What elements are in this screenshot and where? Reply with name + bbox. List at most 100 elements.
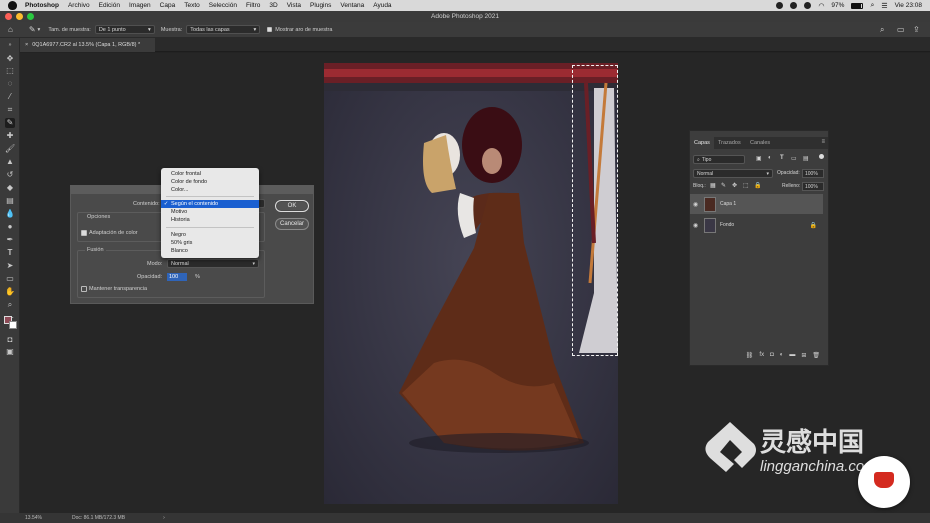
tab-paths[interactable]: Trazados: [714, 137, 745, 149]
menu-app[interactable]: Photoshop: [25, 2, 59, 9]
menu-edicion[interactable]: Edición: [99, 2, 120, 9]
workspace-icon[interactable]: ▭: [897, 25, 905, 34]
status-chevron-icon[interactable]: ›: [163, 515, 165, 521]
new-layer-icon[interactable]: ⊞: [801, 352, 806, 361]
menu-item-history[interactable]: Historia: [161, 216, 259, 224]
fill-input[interactable]: 100%: [802, 182, 824, 191]
background-color-swatch[interactable]: [9, 321, 17, 329]
stamp-tool-icon[interactable]: ▲: [5, 157, 15, 167]
eraser-tool-icon[interactable]: ◆: [5, 183, 15, 193]
menu-item-50-gray[interactable]: 50% gris: [161, 239, 259, 247]
menu-item-black[interactable]: Negro: [161, 231, 259, 239]
path-selection-tool-icon[interactable]: ➤: [5, 261, 15, 271]
lock-all-icon[interactable]: 🔒: [754, 182, 761, 189]
gradient-tool-icon[interactable]: ▤: [5, 196, 15, 206]
move-tool-icon[interactable]: ✥: [5, 54, 15, 64]
trash-icon[interactable]: 🗑: [812, 352, 820, 361]
menu-item-color[interactable]: Color...: [161, 186, 259, 194]
collapse-icon[interactable]: »: [5, 40, 15, 50]
sample-select[interactable]: Todas las capas ▾: [186, 25, 261, 34]
tab-layers[interactable]: Capas: [690, 137, 714, 149]
menu-imagen[interactable]: Imagen: [129, 2, 151, 9]
wifi-icon[interactable]: ◠: [818, 2, 824, 10]
eyedropper-tool-icon[interactable]: ✎: [5, 118, 15, 128]
share-icon[interactable]: ⇪: [913, 25, 920, 34]
status-icon[interactable]: [790, 2, 798, 9]
link-layers-icon[interactable]: ⛓: [746, 352, 754, 361]
add-mask-icon[interactable]: ◘: [770, 352, 774, 361]
menu-archivo[interactable]: Archivo: [68, 2, 90, 9]
apple-icon[interactable]: [8, 1, 17, 10]
filter-shape-icon[interactable]: ▭: [791, 155, 797, 162]
filter-smart-icon[interactable]: ▤: [803, 155, 809, 162]
menu-texto[interactable]: Texto: [184, 2, 200, 9]
filter-adjustment-icon[interactable]: ◐: [768, 155, 772, 161]
layer-filter-select[interactable]: ⌕ Tipo: [693, 155, 745, 164]
home-icon[interactable]: ⌂: [8, 25, 13, 34]
zoom-tool-icon[interactable]: ⌕: [5, 300, 15, 310]
menu-capa[interactable]: Capa: [160, 2, 176, 9]
cancel-button[interactable]: Cancelar: [275, 218, 309, 230]
opacity-input[interactable]: 100: [167, 273, 187, 281]
magic-wand-tool-icon[interactable]: ⁄: [5, 92, 15, 102]
blend-mode-select[interactable]: Normal ▾: [693, 169, 773, 178]
filter-pixel-icon[interactable]: ▣: [756, 155, 762, 162]
filter-toggle-icon[interactable]: [819, 154, 824, 159]
floating-chat-button[interactable]: [858, 456, 910, 508]
eye-icon[interactable]: ◉: [690, 201, 701, 208]
lock-position-icon[interactable]: ✎: [721, 182, 726, 189]
layer-row-capa-1[interactable]: ◉ Capa 1: [690, 194, 823, 214]
menu-vista[interactable]: Vista: [287, 2, 301, 9]
eyedropper-tool-icon[interactable]: ✎: [29, 25, 36, 34]
menu-ayuda[interactable]: Ayuda: [373, 2, 391, 9]
document-size[interactable]: Doc: 86.1 MB/172.3 MB: [72, 515, 125, 521]
mode-select[interactable]: Normal ▾: [167, 259, 259, 268]
eye-icon[interactable]: ◉: [690, 222, 701, 229]
search-icon[interactable]: ⌕: [870, 2, 874, 10]
healing-brush-tool-icon[interactable]: ✚: [5, 131, 15, 141]
menu-extra-icon[interactable]: [804, 2, 812, 9]
marquee-tool-icon[interactable]: ⬚: [5, 66, 15, 76]
ok-button[interactable]: OK: [275, 200, 309, 212]
quick-mask-icon[interactable]: ◘: [5, 335, 15, 345]
record-icon[interactable]: [776, 2, 784, 9]
fx-icon[interactable]: fx: [759, 352, 764, 361]
control-center-icon[interactable]: ☰: [881, 2, 887, 10]
layer-row-fondo[interactable]: ◉ Fondo 🔒: [690, 215, 823, 235]
menu-item-content-aware[interactable]: ✓ Según el contenido: [161, 200, 259, 208]
menu-ventana[interactable]: Ventana: [340, 2, 364, 9]
blur-tool-icon[interactable]: 💧: [5, 209, 15, 219]
lock-artboard-icon[interactable]: ⬚: [743, 182, 749, 189]
brush-tool-icon[interactable]: 🖌: [5, 144, 15, 154]
filter-type-icon[interactable]: T: [780, 155, 784, 161]
panel-menu-icon[interactable]: ≡: [821, 139, 825, 145]
lock-pixels-icon[interactable]: ▦: [710, 182, 716, 189]
menu-item-foreground-color[interactable]: Color frontal: [161, 170, 259, 178]
preserve-transparency-checkbox[interactable]: [81, 286, 87, 292]
hand-tool-icon[interactable]: ✋: [5, 287, 15, 297]
menu-3d[interactable]: 3D: [269, 2, 277, 9]
color-adaptation-checkbox[interactable]: [81, 230, 87, 236]
crop-tool-icon[interactable]: ⌗: [5, 105, 15, 115]
history-brush-tool-icon[interactable]: ↺: [5, 170, 15, 180]
menu-item-pattern[interactable]: Motivo: [161, 208, 259, 216]
tool-preset-chevron-icon[interactable]: ▾: [38, 27, 41, 33]
menu-item-background-color[interactable]: Color de fondo: [161, 178, 259, 186]
document-tab[interactable]: × 0Q1A6977.CR2 al 13.5% (Capa 1, RGB/8) …: [20, 38, 155, 52]
menu-item-white[interactable]: Blanco: [161, 247, 259, 255]
menu-plugins[interactable]: Plugins: [310, 2, 331, 9]
lock-move-icon[interactable]: ✥: [732, 182, 737, 189]
dodge-tool-icon[interactable]: ●: [5, 222, 15, 232]
menu-seleccion[interactable]: Selección: [209, 2, 237, 9]
type-tool-icon[interactable]: T: [5, 248, 15, 258]
tab-channels[interactable]: Canales: [746, 137, 774, 149]
adjustment-layer-icon[interactable]: ◐: [780, 352, 784, 361]
sample-size-select[interactable]: De 1 punto ▾: [94, 25, 155, 34]
lasso-tool-icon[interactable]: ◌: [5, 79, 15, 89]
new-group-icon[interactable]: ▬: [789, 352, 795, 361]
search-icon[interactable]: ⌕: [880, 25, 884, 35]
screen-mode-icon[interactable]: ▣: [5, 347, 15, 357]
battery-icon[interactable]: [851, 2, 864, 9]
shape-tool-icon[interactable]: ▭: [5, 274, 15, 284]
opacity-input[interactable]: 100%: [802, 169, 824, 178]
